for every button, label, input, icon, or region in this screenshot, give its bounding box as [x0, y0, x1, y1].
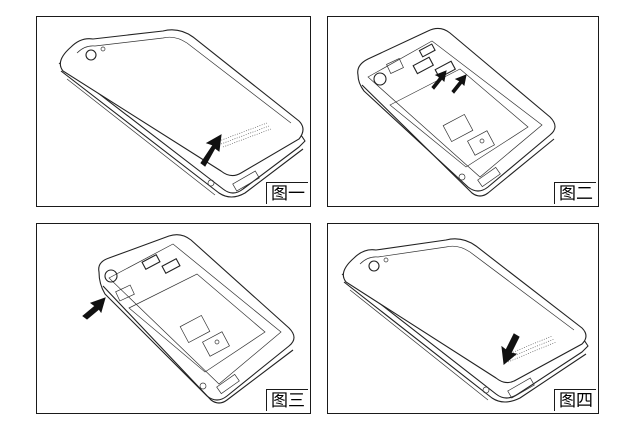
figure-caption: 图三 — [266, 389, 308, 411]
figure-1-panel: 图一 — [36, 16, 311, 207]
screw-icon — [207, 179, 215, 187]
sim-slot-2 — [161, 257, 181, 275]
usb-port — [477, 166, 501, 188]
sim-slot-1 — [141, 253, 161, 271]
figure-caption: 图二 — [554, 182, 596, 204]
figure-4-panel: 图四 — [327, 223, 599, 414]
figure-caption: 图一 — [266, 182, 308, 204]
back-cover — [342, 238, 587, 384]
figure-2-panel: 图二 — [327, 16, 599, 207]
phone-with-cover-illustration — [58, 29, 306, 198]
camera-icon — [373, 72, 387, 86]
usb-port — [216, 373, 240, 395]
figure-3-panel: 图三 — [36, 223, 311, 414]
insert-arrow-icon — [451, 74, 467, 94]
phone-frame — [98, 234, 295, 401]
insert-arrow-icon — [431, 70, 447, 90]
phone-with-cover-illustration — [341, 238, 589, 403]
sim-slot-1 — [412, 56, 435, 75]
phone-open-illustration — [82, 234, 295, 404]
screw-icon — [482, 386, 490, 394]
battery-connector-arrow-icon — [82, 297, 106, 320]
phone-open-illustration — [357, 27, 556, 197]
figure-caption: 图四 — [554, 389, 596, 411]
